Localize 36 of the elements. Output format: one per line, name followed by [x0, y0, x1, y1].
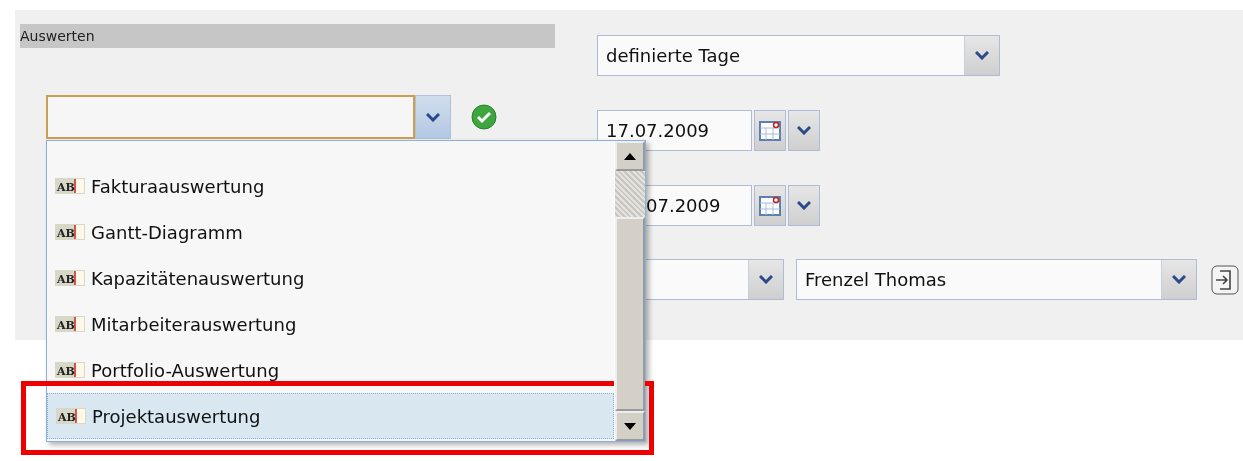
- period-dropdown[interactable]: definierte Tage: [597, 35, 1000, 76]
- checkmark-icon[interactable]: [471, 104, 497, 130]
- scrollbar-thumb[interactable]: [615, 217, 645, 411]
- report-combo-field[interactable]: [46, 95, 415, 139]
- section-title: Auswerten: [20, 24, 555, 48]
- dropdown-button[interactable]: [788, 185, 820, 226]
- export-icon[interactable]: [1211, 264, 1239, 295]
- text-field-icon: AB: [55, 315, 85, 333]
- chevron-down-icon: [797, 201, 811, 210]
- text-field-icon: AB: [55, 177, 85, 195]
- calendar-button[interactable]: [754, 110, 786, 151]
- scroll-down-button[interactable]: [615, 411, 645, 441]
- calendar-button[interactable]: [754, 185, 786, 226]
- chevron-down-icon: [1172, 275, 1186, 284]
- text-field-icon: AB: [55, 361, 85, 379]
- scrollbar[interactable]: [614, 141, 645, 441]
- chevron-down-icon: [426, 112, 440, 122]
- arrow-up-icon: [624, 152, 636, 160]
- dropdown-button[interactable]: [415, 95, 451, 139]
- calendar-icon: [759, 119, 781, 142]
- chevron-down-icon: [797, 126, 811, 135]
- text-field-icon: AB: [55, 269, 85, 287]
- text-field-icon: AB: [55, 223, 85, 241]
- list-item[interactable]: AB Portfolio-Auswertung: [47, 347, 614, 393]
- employee-dropdown[interactable]: Frenzel Thomas: [796, 259, 1197, 300]
- dropdown-button[interactable]: [788, 110, 820, 151]
- text-field-icon: AB: [56, 407, 86, 425]
- chevron-down-icon: [759, 275, 773, 284]
- arrow-down-icon: [624, 422, 636, 430]
- chevron-down-icon: [975, 51, 989, 60]
- list-item[interactable]: AB Projektauswertung: [47, 393, 614, 439]
- date-field[interactable]: 17.07.2009: [597, 110, 752, 151]
- scroll-up-button[interactable]: [615, 141, 645, 171]
- calendar-icon: [759, 194, 781, 217]
- list-item[interactable]: AB Mitarbeiterauswertung: [47, 301, 614, 347]
- list-item[interactable]: AB Kapazitätenauswertung: [47, 255, 614, 301]
